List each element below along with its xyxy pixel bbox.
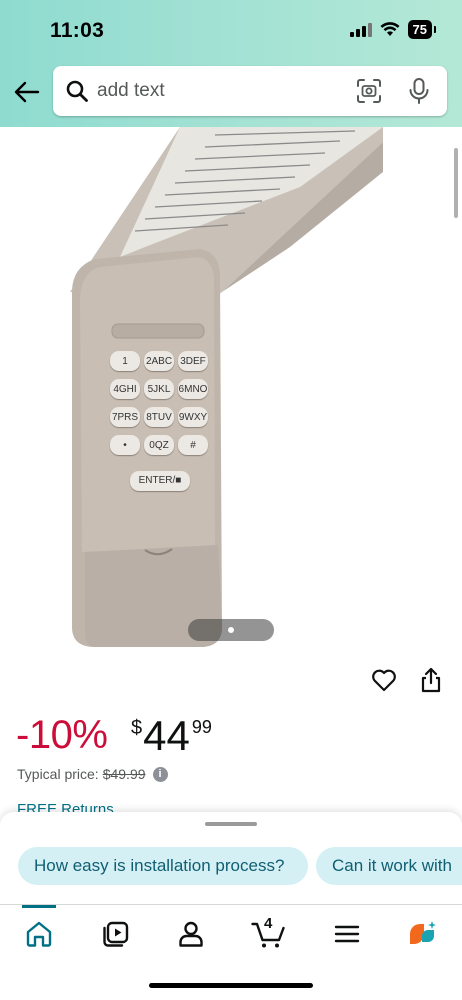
keypad-keys: 1 2ABC 3DEF 4GHI 5JKL 6MNO 7PRS 8TUV 9WX… bbox=[110, 351, 212, 491]
image-pagination[interactable] bbox=[188, 619, 274, 641]
rufus-assistant-icon[interactable] bbox=[408, 919, 438, 949]
cart-count-badge: 4 bbox=[264, 915, 273, 932]
scroll-indicator bbox=[454, 148, 458, 218]
price-currency: $ bbox=[131, 717, 143, 739]
keypad-key: 5JKL bbox=[144, 379, 174, 399]
keypad-key: 7PRS bbox=[110, 407, 140, 427]
status-icons: 75 bbox=[349, 20, 437, 39]
search-bar[interactable] bbox=[53, 66, 447, 116]
heart-icon[interactable] bbox=[371, 668, 397, 692]
keypad-key: 9WXY bbox=[178, 407, 208, 427]
search-icon bbox=[66, 80, 88, 102]
price-fraction: 99 bbox=[191, 717, 212, 737]
microphone-icon[interactable] bbox=[408, 77, 430, 105]
pagination-dot-active bbox=[228, 627, 234, 633]
status-bar: 11:03 75 bbox=[0, 0, 462, 60]
price: $ 44 99 bbox=[131, 713, 212, 759]
price-whole: 44 bbox=[143, 712, 190, 759]
header: 11:03 75 bbox=[0, 0, 462, 127]
keypad-key: 2ABC bbox=[144, 351, 174, 371]
product-image[interactable]: 1 2ABC 3DEF 4GHI 5JKL 6MNO 7PRS 8TUV 9WX… bbox=[0, 127, 462, 657]
back-arrow-icon bbox=[14, 81, 40, 103]
keypad-key: 0QZ bbox=[144, 435, 174, 455]
cellular-signal-icon bbox=[349, 22, 372, 37]
account-icon[interactable] bbox=[176, 919, 206, 949]
home-icon[interactable] bbox=[24, 919, 54, 949]
menu-icon[interactable] bbox=[332, 919, 362, 949]
back-button[interactable] bbox=[12, 78, 42, 106]
battery-indicator: 75 bbox=[407, 20, 437, 39]
info-icon[interactable]: i bbox=[152, 766, 168, 782]
home-indicator bbox=[149, 983, 313, 988]
keypad-product-photo bbox=[70, 127, 383, 647]
share-icon[interactable] bbox=[420, 667, 442, 693]
status-time: 11:03 bbox=[50, 19, 105, 42]
video-icon[interactable] bbox=[101, 919, 131, 949]
keypad-key: 1 bbox=[110, 351, 140, 371]
keypad-key: 6MNO bbox=[178, 379, 208, 399]
typical-price-label: Typical price: bbox=[17, 766, 99, 782]
typical-price-value: $49.99 bbox=[102, 766, 146, 782]
keypad-enter-key: ENTER/■ bbox=[130, 471, 190, 491]
suggestion-sheet: How easy is installation process? Can it… bbox=[0, 812, 462, 904]
keypad-key: 3DEF bbox=[178, 351, 208, 371]
wifi-icon bbox=[380, 22, 400, 36]
cart-button[interactable]: 4 bbox=[251, 915, 287, 949]
suggestion-chip[interactable]: How easy is installation process? bbox=[18, 847, 308, 885]
keypad-key: # bbox=[178, 435, 208, 455]
active-tab-indicator bbox=[22, 905, 56, 908]
typical-price: Typical price: $49.99 i bbox=[17, 766, 168, 782]
keypad-key: • bbox=[110, 435, 140, 455]
keypad-key: 8TUV bbox=[144, 407, 174, 427]
camera-scan-icon[interactable] bbox=[356, 78, 382, 104]
discount-percent: -10% bbox=[16, 713, 108, 757]
search-input[interactable] bbox=[97, 76, 347, 106]
suggestion-chip[interactable]: Can it work with bbox=[316, 847, 462, 885]
keypad-key: 4GHI bbox=[110, 379, 140, 399]
sheet-drag-handle[interactable] bbox=[205, 822, 257, 826]
